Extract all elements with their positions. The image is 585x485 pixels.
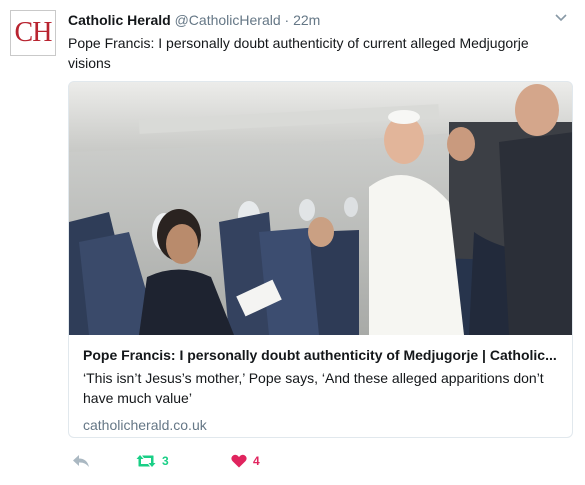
reply-icon [73,455,89,467]
reply-button[interactable] [72,454,90,468]
tweet-timestamp[interactable]: 22m [293,12,320,28]
avatar[interactable]: CH [10,10,56,56]
tweet-header: Catholic Herald @CatholicHerald · 22m [68,12,320,28]
retweet-button[interactable]: 3 [136,454,169,468]
avatar-logo-text: CH [14,17,53,48]
more-options-button[interactable] [551,8,571,28]
chevron-down-icon [555,14,567,22]
card-description: ‘This isn’t Jesus’s mother,’ Pope says, … [83,370,544,406]
card-title[interactable]: Pope Francis: I personally doubt authent… [83,345,563,365]
retweet-count: 3 [162,454,169,468]
card-body[interactable]: Pope Francis: I personally doubt authent… [83,345,563,435]
heart-icon [231,454,247,468]
tweet-text: Pope Francis: I personally doubt authent… [68,35,529,71]
card-image[interactable] [69,82,573,335]
like-button[interactable]: 4 [231,454,260,468]
link-card[interactable]: Pope Francis: I personally doubt authent… [68,81,573,438]
like-count: 4 [253,454,260,468]
card-domain[interactable]: catholicherald.co.uk [83,415,563,435]
author-name[interactable]: Catholic Herald [68,12,171,28]
separator-dot: · [284,12,290,28]
retweet-icon [136,455,156,467]
author-handle[interactable]: @CatholicHerald [175,12,281,28]
